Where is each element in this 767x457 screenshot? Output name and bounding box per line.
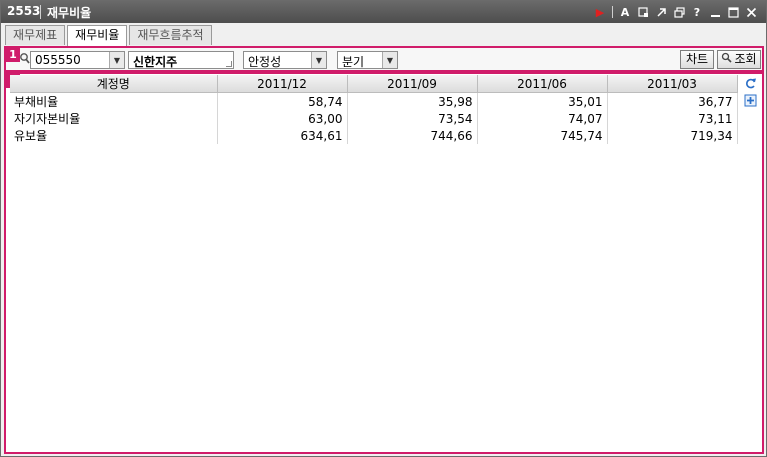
query-button-label: 조회 bbox=[734, 52, 757, 66]
title-icon-separator bbox=[612, 6, 613, 18]
window-title: 재무비율 bbox=[47, 6, 92, 20]
row-value: 36,77 bbox=[607, 92, 738, 110]
stock-name-field[interactable]: 신한지주 bbox=[128, 51, 234, 69]
resize-grip-icon bbox=[226, 61, 232, 67]
table-header-row: 계정명 2011/12 2011/09 2011/06 2011/03 bbox=[10, 75, 738, 93]
link-icon[interactable] bbox=[652, 4, 670, 20]
play-icon[interactable]: ▶ bbox=[591, 4, 609, 20]
row-value: 74,07 bbox=[477, 110, 608, 127]
help-icon[interactable]: ? bbox=[688, 4, 706, 20]
window: 2553 재무비율 ▶ A ? 재무제표 재무비율 재무흐름추적 1 05555… bbox=[0, 0, 767, 457]
popout-icon[interactable] bbox=[634, 4, 652, 20]
tab-financial-statements[interactable]: 재무제표 bbox=[5, 25, 66, 45]
minimize-icon[interactable] bbox=[706, 4, 724, 20]
ratio-type-value: 안정성 bbox=[248, 55, 282, 69]
tab-financial-ratios[interactable]: 재무비율 bbox=[67, 25, 128, 46]
row-account-name: 유보율 bbox=[10, 127, 218, 144]
ratio-table[interactable]: 계정명 2011/12 2011/09 2011/06 2011/03 부채비율… bbox=[10, 75, 738, 144]
ratio-grid-panel: 2 계정명 2011/12 2011/09 2011/06 2011/03 부채… bbox=[4, 72, 764, 454]
panel-1-badge: 1 bbox=[6, 48, 20, 62]
maximize-icon[interactable] bbox=[724, 4, 742, 20]
row-value: 35,98 bbox=[347, 92, 478, 110]
period-select[interactable]: 분기 ▼ bbox=[337, 51, 398, 69]
row-account-name: 부채비율 bbox=[10, 92, 218, 110]
stock-search-icon[interactable] bbox=[19, 52, 30, 66]
stock-name-value: 신한지주 bbox=[133, 55, 178, 69]
row-value: 58,74 bbox=[217, 92, 348, 110]
query-panel: 1 055550 ▼ 신한지주 안정성 ▼ 분기 ▼ 차트 조회 bbox=[4, 46, 764, 72]
refresh-icon[interactable] bbox=[743, 76, 757, 90]
tab-financial-flow-tracking[interactable]: 재무흐름추적 bbox=[129, 25, 212, 45]
column-header-period[interactable]: 2011/09 bbox=[347, 75, 478, 93]
title-separator bbox=[40, 5, 41, 19]
chart-button[interactable]: 차트 bbox=[680, 50, 714, 69]
row-value: 719,34 bbox=[607, 127, 738, 144]
period-value: 분기 bbox=[342, 55, 365, 69]
column-header-period[interactable]: 2011/06 bbox=[477, 75, 608, 93]
column-header-account[interactable]: 계정명 bbox=[10, 75, 218, 93]
add-item-icon[interactable] bbox=[743, 93, 757, 107]
stock-code-value: 055550 bbox=[35, 53, 81, 67]
tab-bar: 재무제표 재무비율 재무흐름추적 bbox=[5, 25, 212, 46]
screen-code: 2553 bbox=[7, 4, 41, 18]
font-icon[interactable]: A bbox=[616, 4, 634, 20]
chevron-down-icon[interactable]: ▼ bbox=[109, 52, 124, 68]
row-value: 744,66 bbox=[347, 127, 478, 144]
table-row[interactable]: 유보율 634,61 744,66 745,74 719,34 bbox=[10, 127, 738, 144]
title-icons: ▶ A ? bbox=[591, 4, 760, 20]
restore-window-icon[interactable] bbox=[670, 4, 688, 20]
chevron-down-icon[interactable]: ▼ bbox=[311, 52, 326, 68]
column-header-period[interactable]: 2011/03 bbox=[607, 75, 738, 93]
row-value: 73,54 bbox=[347, 110, 478, 127]
row-value: 35,01 bbox=[477, 92, 608, 110]
column-header-period[interactable]: 2011/12 bbox=[217, 75, 348, 93]
table-row[interactable]: 자기자본비율 63,00 73,54 74,07 73,11 bbox=[10, 110, 738, 127]
chevron-down-icon[interactable]: ▼ bbox=[382, 52, 397, 68]
row-account-name: 자기자본비율 bbox=[10, 110, 218, 127]
query-button[interactable]: 조회 bbox=[717, 50, 761, 69]
row-value: 634,61 bbox=[217, 127, 348, 144]
row-value: 63,00 bbox=[217, 110, 348, 127]
stock-code-combo[interactable]: 055550 ▼ bbox=[30, 51, 125, 69]
row-value: 73,11 bbox=[607, 110, 738, 127]
magnifier-icon bbox=[721, 51, 733, 68]
grid-side-toolbar bbox=[743, 76, 759, 110]
row-value: 745,74 bbox=[477, 127, 608, 144]
ratio-type-select[interactable]: 안정성 ▼ bbox=[243, 51, 327, 69]
table-row[interactable]: 부채비율 58,74 35,98 35,01 36,77 bbox=[10, 92, 738, 110]
close-icon[interactable] bbox=[742, 4, 760, 20]
title-bar[interactable]: 2553 재무비율 ▶ A ? bbox=[1, 1, 766, 23]
